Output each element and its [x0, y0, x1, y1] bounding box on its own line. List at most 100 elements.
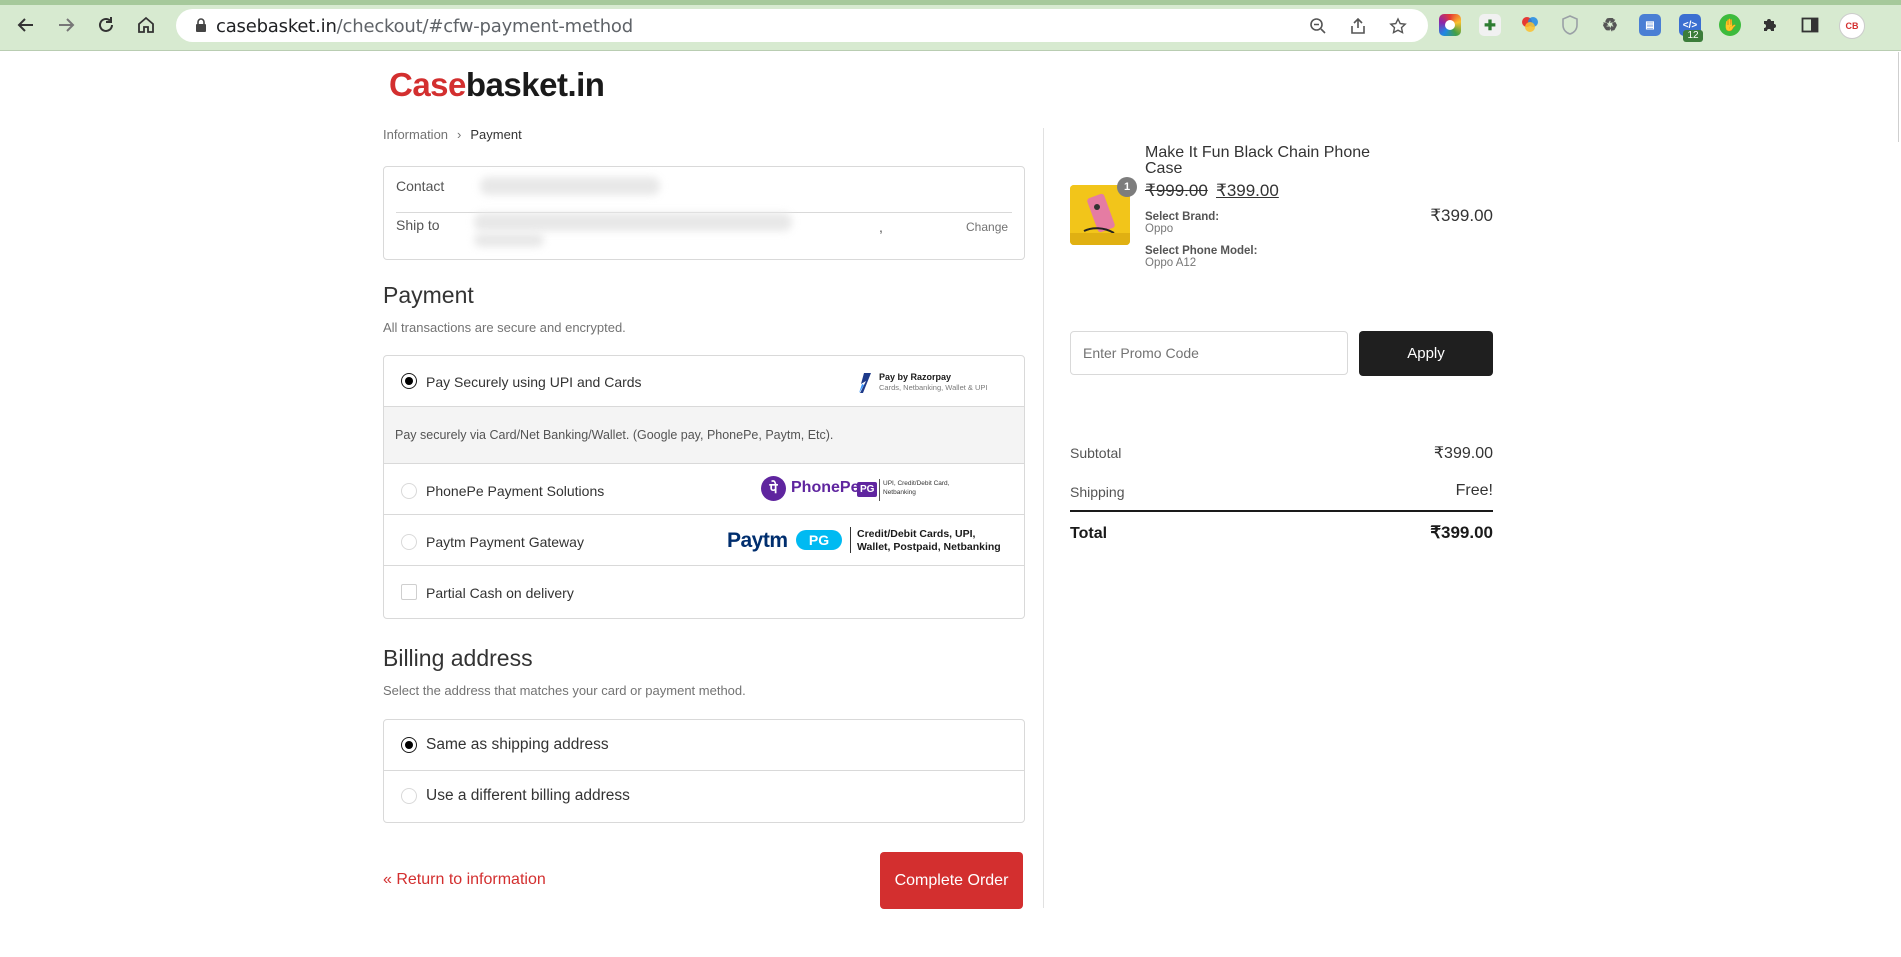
lock-icon	[196, 18, 206, 32]
paytm-logo-divider	[850, 527, 851, 553]
phonepe-logo-sub2: Netbanking	[883, 489, 916, 496]
payment-title: Payment	[383, 282, 474, 308]
extension-colorpicker-icon[interactable]	[1519, 14, 1541, 36]
contact-label: Contact	[396, 178, 445, 194]
product-option-model-key: Select Phone Model:	[1145, 245, 1258, 257]
extension-shield-icon[interactable]	[1559, 14, 1581, 36]
promo-code-input[interactable]: Enter Promo Code	[1070, 331, 1348, 375]
back-icon[interactable]	[14, 13, 38, 37]
review-box: Contact Ship to , Change	[383, 166, 1025, 260]
url-path: /checkout/#cfw-payment-method	[336, 16, 633, 37]
extensions-puzzle-icon[interactable]	[1759, 14, 1781, 36]
ship-to-comma: ,	[879, 219, 883, 235]
payment-divider	[384, 514, 1024, 515]
payment-divider	[384, 565, 1024, 566]
zoom-icon[interactable]	[1308, 16, 1328, 36]
share-icon[interactable]	[1348, 16, 1368, 36]
breadcrumb: Information › Payment	[383, 127, 522, 142]
product-option-model-value: Oppo A12	[1145, 257, 1197, 269]
payment-divider	[384, 406, 1024, 407]
partial-cod-checkbox[interactable]	[401, 584, 417, 600]
billing-options-box: Same as shipping address Use a different…	[383, 719, 1025, 823]
profile-badge-text: CB	[1845, 21, 1859, 31]
product-original-price: ₹999.00	[1145, 181, 1208, 200]
payment-option-phonepe[interactable]: PhonePe Payment Solutions	[426, 483, 604, 499]
quantity-badge: 1	[1117, 177, 1137, 197]
extension-add-icon[interactable]: ✚	[1479, 14, 1501, 36]
payment-option-razorpay[interactable]: Pay Securely using UPI and Cards	[426, 374, 642, 390]
billing-subtitle: Select the address that matches your car…	[383, 683, 746, 698]
subtotal-value: ₹399.00	[1433, 445, 1493, 462]
ship-to-value-redacted-line2	[474, 233, 544, 247]
column-divider	[1043, 128, 1044, 908]
billing-option-different[interactable]: Use a different billing address	[426, 787, 630, 805]
profile-avatar[interactable]: CB	[1839, 13, 1865, 39]
breadcrumb-chevron-icon: ›	[457, 127, 462, 142]
payment-radio-paytm[interactable]	[401, 534, 417, 550]
side-panel-icon[interactable]	[1799, 14, 1821, 36]
total-label: Total	[1070, 525, 1108, 542]
paytm-logo: Paytm PG Credit/Debit Cards, UPI, Wallet…	[727, 527, 1005, 555]
phonepe-logo-divider	[879, 479, 880, 501]
page-scrollbar[interactable]	[1898, 52, 1899, 142]
shipping-label: Shipping	[1070, 484, 1125, 500]
paytm-logo-text: Paytm	[727, 529, 788, 552]
phonepe-pg-badge: PG	[857, 482, 878, 497]
billing-radio-same[interactable]	[401, 737, 417, 753]
extension-color-icon[interactable]	[1439, 14, 1461, 36]
paytm-pg-badge: PG	[796, 530, 842, 550]
change-ship-to-link[interactable]: Change	[966, 220, 1008, 234]
razorpay-logo: Pay by Razorpay Cards, Netbanking, Walle…	[856, 372, 1001, 394]
bookmark-star-icon[interactable]	[1388, 16, 1408, 36]
payment-radio-razorpay[interactable]	[401, 373, 417, 389]
reload-icon[interactable]	[94, 13, 118, 37]
product-sale-price: ₹399.00	[1216, 181, 1279, 200]
total-divider	[1070, 510, 1493, 512]
razorpay-logo-subtitle: Cards, Netbanking, Wallet & UPI	[879, 383, 988, 392]
logo-part-basket: basket.in	[465, 66, 605, 103]
phonepe-mark-icon: पे	[761, 476, 786, 501]
razorpay-logo-title: Pay by Razorpay	[879, 372, 952, 382]
razorpay-mark-icon	[859, 373, 871, 393]
complete-order-button[interactable]: Complete Order	[880, 852, 1023, 909]
product-option-brand-key: Select Brand:	[1145, 211, 1220, 223]
paytm-logo-sub2: Wallet, Postpaid, Netbanking	[857, 541, 1001, 553]
payment-subtitle: All transactions are secure and encrypte…	[383, 320, 626, 335]
extension-badge: 12	[1683, 30, 1703, 42]
breadcrumb-payment: Payment	[470, 127, 522, 142]
product-option-brand-value: Oppo	[1145, 223, 1174, 235]
ship-to-label: Ship to	[396, 217, 440, 233]
billing-title: Billing address	[383, 645, 533, 671]
phonepe-logo-text: PhonePe	[791, 479, 860, 496]
breadcrumb-information[interactable]: Information	[383, 127, 448, 142]
extension-window-icon[interactable]: ▤	[1639, 14, 1661, 36]
ship-to-value-redacted	[474, 213, 792, 231]
forward-icon[interactable]	[54, 13, 78, 37]
address-bar[interactable]: casebasket.in/checkout/#cfw-payment-meth…	[176, 9, 1428, 42]
payment-radio-phonepe[interactable]	[401, 483, 417, 499]
billing-option-same[interactable]: Same as shipping address	[426, 736, 609, 754]
payment-divider	[384, 463, 1024, 464]
return-to-information-link[interactable]: « Return to information	[383, 871, 546, 889]
browser-toolbar: casebasket.in/checkout/#cfw-payment-meth…	[0, 0, 1901, 51]
payment-option-partial-cod[interactable]: Partial Cash on delivery	[426, 585, 574, 601]
razorpay-description: Pay securely via Card/Net Banking/Wallet…	[395, 428, 834, 442]
shipping-value: Free!	[1455, 482, 1493, 499]
site-logo[interactable]: Casebasket.in	[389, 66, 605, 104]
extension-recycle-icon[interactable]: ♻	[1599, 14, 1621, 36]
apply-promo-button[interactable]: Apply	[1359, 331, 1493, 376]
phonepe-logo-sub1: UPI, Credit/Debit Card,	[883, 480, 950, 487]
logo-part-case: Case	[389, 66, 466, 103]
extension-hand-icon[interactable]: ✋	[1719, 14, 1741, 36]
phonepe-logo: पे PhonePe PG UPI, Credit/Debit Card, Ne…	[761, 476, 951, 504]
payment-option-paytm[interactable]: Paytm Payment Gateway	[426, 534, 584, 550]
line-item-total: ₹399.00	[1430, 206, 1493, 225]
billing-radio-different[interactable]	[401, 788, 417, 804]
subtotal-label: Subtotal	[1070, 445, 1122, 461]
billing-divider	[384, 770, 1024, 771]
paytm-logo-sub1: Credit/Debit Cards, UPI,	[857, 528, 976, 540]
browser-top-strip	[0, 0, 1901, 5]
home-icon[interactable]	[134, 13, 158, 37]
url-text: casebasket.in/checkout/#cfw-payment-meth…	[216, 16, 633, 37]
total-value: ₹399.00	[1430, 523, 1493, 542]
